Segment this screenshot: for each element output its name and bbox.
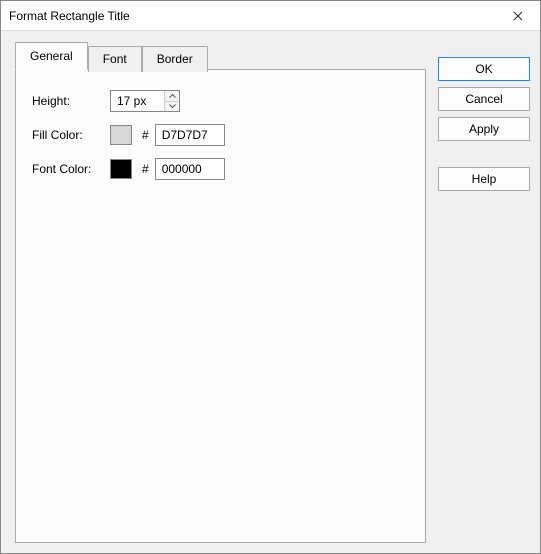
height-increment[interactable] [165, 91, 179, 101]
hash-symbol: # [142, 128, 149, 142]
fill-color-input[interactable] [155, 124, 225, 146]
height-label: Height: [32, 94, 110, 108]
hash-symbol: # [142, 162, 149, 176]
close-icon [513, 11, 523, 21]
button-column: OK Cancel Apply Help [438, 43, 530, 543]
button-gap [438, 147, 530, 161]
help-button[interactable]: Help [438, 167, 530, 191]
window-title: Format Rectangle Title [9, 9, 496, 23]
font-color-input[interactable] [155, 158, 225, 180]
apply-button[interactable]: Apply [438, 117, 530, 141]
height-decrement[interactable] [165, 101, 179, 112]
fill-color-label: Fill Color: [32, 128, 110, 142]
font-color-label: Font Color: [32, 162, 110, 176]
dialog-window: Format Rectangle Title General Font Bord… [0, 0, 541, 554]
tabpanel-general: Height: Fill Color: # [15, 69, 426, 543]
tab-border[interactable]: Border [142, 46, 208, 72]
tab-general[interactable]: General [15, 42, 88, 70]
tab-font[interactable]: Font [88, 46, 142, 72]
height-input[interactable] [111, 91, 164, 111]
titlebar: Format Rectangle Title [1, 1, 540, 31]
dialog-body: General Font Border Height: Fill [1, 31, 540, 553]
spinner-buttons [164, 91, 179, 111]
chevron-down-icon [169, 104, 176, 108]
row-height: Height: [32, 90, 409, 112]
cancel-button[interactable]: Cancel [438, 87, 530, 111]
left-pane: General Font Border Height: Fill [15, 43, 426, 543]
row-fill-color: Fill Color: # [32, 124, 409, 146]
ok-button[interactable]: OK [438, 57, 530, 81]
fill-color-swatch[interactable] [110, 125, 132, 145]
font-color-swatch[interactable] [110, 159, 132, 179]
chevron-up-icon [169, 94, 176, 98]
height-spinner [110, 90, 180, 112]
tabstrip: General Font Border [15, 44, 426, 70]
close-button[interactable] [496, 1, 540, 31]
row-font-color: Font Color: # [32, 158, 409, 180]
